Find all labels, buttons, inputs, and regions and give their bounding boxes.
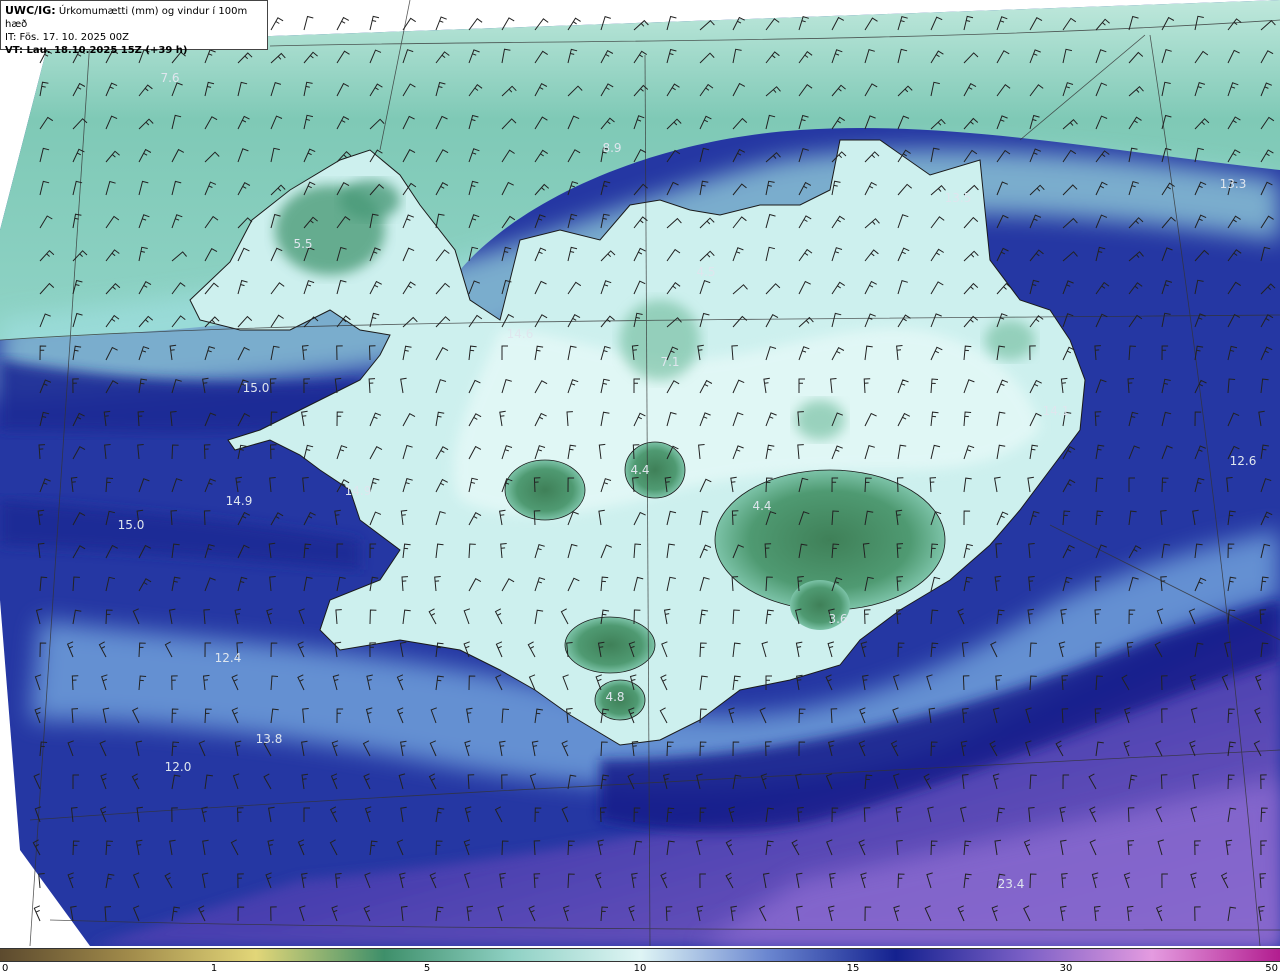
colorbar-tick-label: 5 (423, 963, 431, 974)
value-label: 14.1 (1043, 404, 1070, 418)
value-label: 23.4 (998, 877, 1025, 891)
colorbar-tick-label: 10 (633, 963, 647, 974)
value-label: 4.5 (696, 265, 715, 279)
value-label: 8.9 (602, 141, 621, 155)
colorbar-labels: 0 1 5 10 15 30 50 (0, 963, 1280, 977)
colorbar-tick-label: 1 (210, 963, 218, 974)
value-label: 14.9 (226, 494, 253, 508)
colorbar-tick-label: 50 (1265, 963, 1278, 974)
forecast-map: 7.6 8.9 5.5 13.5 13.3 4.5 14.6 7.1 15.0 14.1 4.4 12… (0, 0, 1280, 946)
value-label: 13.3 (1220, 177, 1247, 191)
init-time: IT: Fös. 17. 10. 2025 00Z (5, 32, 129, 43)
value-label: 13.8 (256, 732, 283, 746)
value-label: 4.8 (605, 690, 624, 704)
value-label: 14.6 (507, 327, 534, 341)
value-label: 12.6 (1230, 454, 1257, 468)
colorbar-tick-label: 0 (2, 963, 9, 974)
value-label: 15.0 (243, 381, 270, 395)
value-label: 3.6 (828, 612, 847, 626)
value-label: 12.4 (215, 651, 242, 665)
value-label: 7.1 (660, 355, 679, 369)
value-label: 4.4 (752, 499, 771, 513)
value-label: 15.0 (118, 518, 145, 532)
value-label: 7.6 (160, 71, 179, 85)
value-label: 5.5 (293, 237, 312, 251)
colorbar-strip (0, 948, 1280, 962)
product-title: UWC/IG: (5, 4, 56, 17)
colorbar-tick-label: 15 (846, 963, 860, 974)
valid-time: VT: Lau. 18.10.2025 15Z (+39 h) (5, 45, 188, 56)
value-label: 12.0 (165, 760, 192, 774)
value-label: 13.5 (945, 191, 972, 205)
colorbar: 0 1 5 10 15 30 50 (0, 946, 1280, 978)
value-label: 4.4 (630, 463, 649, 477)
info-box: UWC/IG: Úrkomumætti (mm) og vindur í 100… (0, 0, 268, 56)
value-label: 14.9 (345, 484, 372, 498)
colorbar-tick-label: 30 (1059, 963, 1073, 974)
